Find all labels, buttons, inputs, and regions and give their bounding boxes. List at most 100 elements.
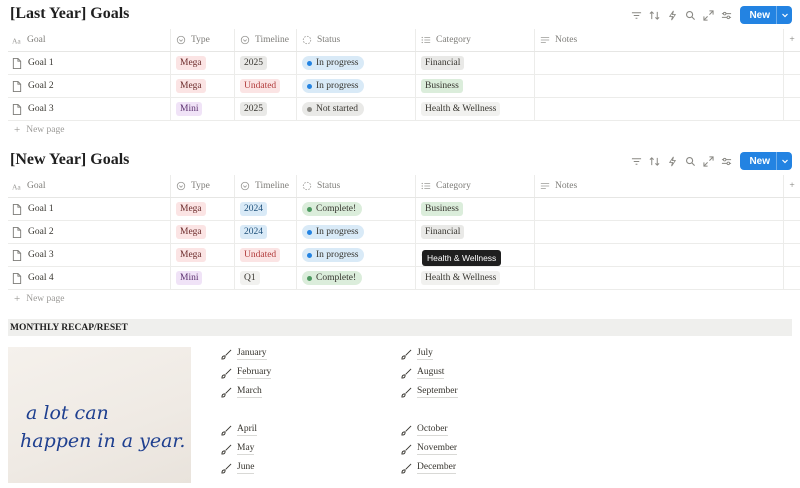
column-category[interactable]: Category	[416, 175, 535, 197]
search-icon[interactable]	[681, 152, 699, 170]
category-tag[interactable]: Financial	[421, 56, 465, 70]
timeline-tag[interactable]: Undated	[240, 79, 281, 93]
notes-cell[interactable]	[535, 98, 784, 120]
new-button[interactable]: New	[740, 152, 792, 170]
notes-cell[interactable]	[535, 267, 784, 289]
month-link[interactable]: December	[401, 462, 457, 474]
new-page-button[interactable]: + New page	[14, 124, 64, 136]
table-row[interactable]: Goal 3 Mini 2025 Not started Health & We…	[8, 98, 800, 121]
table-row[interactable]: Goal 3 Mega Undated In progress	[8, 244, 800, 267]
goal-name[interactable]: Goal 2	[28, 81, 54, 91]
goal-name[interactable]: Goal 1	[28, 58, 54, 68]
month-link[interactable]: March	[221, 386, 262, 398]
table-row[interactable]: Goal 1 Mega 2025 In progress Financial	[8, 52, 800, 75]
category-tag[interactable]: Health & Wellness	[421, 102, 501, 116]
timeline-tag[interactable]: Q1	[240, 271, 260, 285]
category-tag[interactable]: Financial	[421, 225, 465, 239]
status-dot-icon	[307, 106, 312, 112]
column-status[interactable]: Status	[297, 29, 416, 51]
add-column-icon[interactable]: +	[784, 29, 800, 51]
type-tag[interactable]: Mega	[176, 248, 206, 262]
goal-name[interactable]: Goal 3	[28, 250, 54, 260]
chevron-down-icon[interactable]	[776, 152, 792, 170]
timeline-tag[interactable]: Undated	[240, 248, 281, 262]
type-tag[interactable]: Mega	[176, 202, 206, 216]
sort-icon[interactable]	[645, 6, 663, 24]
add-column-icon[interactable]: +	[784, 175, 800, 197]
table-row[interactable]: Goal 4 Mini Q1 Complete! Health & Wellne…	[8, 267, 800, 290]
timeline-tag[interactable]: 2025	[240, 102, 267, 116]
status-badge[interactable]: In progress	[302, 225, 365, 239]
month-link[interactable]: April	[221, 424, 258, 436]
category-tag[interactable]: Health & Wellness	[421, 271, 501, 285]
chevron-down-icon[interactable]	[776, 6, 792, 24]
notes-cell[interactable]	[535, 244, 784, 266]
search-icon[interactable]	[681, 6, 699, 24]
month-link[interactable]: August	[401, 367, 445, 379]
status-badge[interactable]: In progress	[302, 56, 365, 70]
goal-name[interactable]: Goal 1	[28, 204, 54, 214]
column-timeline[interactable]: Timeline	[235, 29, 297, 51]
sort-icon[interactable]	[645, 152, 663, 170]
lightning-icon[interactable]	[663, 6, 681, 24]
column-goal[interactable]: Aa Goal	[8, 175, 171, 197]
column-notes[interactable]: Notes	[535, 29, 784, 51]
column-status[interactable]: Status	[297, 175, 416, 197]
goal-name[interactable]: Goal 4	[28, 273, 54, 283]
table-row[interactable]: Goal 2 Mega 2024 In progress Financial	[8, 221, 800, 244]
timeline-tag[interactable]: 2024	[240, 202, 267, 216]
table-row[interactable]: Goal 1 Mega 2024 Complete! Business	[8, 198, 800, 221]
status-badge[interactable]: Complete!	[302, 271, 363, 285]
column-category[interactable]: Category	[416, 29, 535, 51]
column-type[interactable]: Type	[171, 175, 235, 197]
filter-icon[interactable]	[627, 6, 645, 24]
notes-cell[interactable]	[535, 75, 784, 97]
expand-icon[interactable]	[699, 152, 717, 170]
expand-icon[interactable]	[699, 6, 717, 24]
month-link[interactable]: June	[221, 462, 255, 474]
status-badge[interactable]: Not started	[302, 102, 364, 116]
table-row[interactable]: Goal 2 Mega Undated In progress Business	[8, 75, 800, 98]
status-badge[interactable]: In progress	[302, 79, 365, 93]
status-badge[interactable]: Complete!	[302, 202, 363, 216]
month-label: June	[237, 462, 255, 474]
type-tag[interactable]: Mega	[176, 56, 206, 70]
section-title-new-year: [New Year] Goals	[10, 151, 130, 168]
brush-icon	[401, 349, 412, 360]
type-tag[interactable]: Mega	[176, 225, 206, 239]
settings-icon[interactable]	[717, 6, 735, 24]
month-link[interactable]: May	[221, 443, 255, 455]
notes-cell[interactable]	[535, 198, 784, 220]
status-label: In progress	[316, 81, 359, 91]
category-tag[interactable]: Business	[421, 79, 463, 93]
month-link[interactable]: October	[401, 424, 448, 436]
column-type[interactable]: Type	[171, 29, 235, 51]
month-link[interactable]: January	[221, 348, 267, 360]
brush-icon	[221, 349, 232, 360]
type-tag[interactable]: Mega	[176, 79, 206, 93]
lightning-icon[interactable]	[663, 152, 681, 170]
month-link[interactable]: November	[401, 443, 458, 455]
filter-icon[interactable]	[627, 152, 645, 170]
month-label: December	[417, 462, 457, 474]
type-tag[interactable]: Mini	[176, 102, 203, 116]
timeline-tag[interactable]: 2025	[240, 56, 267, 70]
settings-icon[interactable]	[717, 152, 735, 170]
month-link[interactable]: February	[221, 367, 272, 379]
goal-name[interactable]: Goal 3	[28, 104, 54, 114]
timeline-tag[interactable]: 2024	[240, 225, 267, 239]
column-timeline[interactable]: Timeline	[235, 175, 297, 197]
notes-cell[interactable]	[535, 52, 784, 74]
notes-cell[interactable]	[535, 221, 784, 243]
new-button[interactable]: New	[740, 6, 792, 24]
month-link[interactable]: July	[401, 348, 433, 360]
column-notes[interactable]: Notes	[535, 175, 784, 197]
category-tag[interactable]: Business	[421, 202, 463, 216]
month-link[interactable]: September	[401, 386, 458, 398]
status-badge[interactable]: In progress	[302, 248, 365, 262]
type-tag[interactable]: Mini	[176, 271, 203, 285]
new-page-button[interactable]: + New page	[14, 293, 64, 305]
goal-name[interactable]: Goal 2	[28, 227, 54, 237]
month-label: April	[237, 424, 258, 436]
column-goal[interactable]: Aa Goal	[8, 29, 171, 51]
